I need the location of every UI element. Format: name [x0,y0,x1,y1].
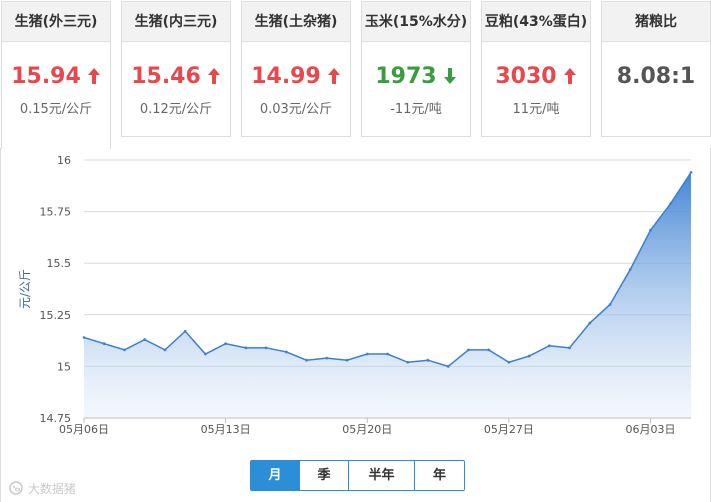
card-change: 0.12元/公斤 [139,102,213,117]
y-tick-label: 15.5 [47,257,72,270]
price-card-0[interactable]: 生猪(外三元) 15.94 0.15元/公斤 [1,1,111,149]
card-change: 0.03元/公斤 [259,102,333,117]
x-tick-label: 05月27日 [484,423,534,436]
data-point [102,342,106,346]
arrow-down-icon [443,68,456,84]
data-point [325,356,329,360]
card-price-value: 1973 [375,64,437,89]
data-point [568,346,571,350]
data-point [669,201,673,205]
card-price: 15.46 [122,64,230,90]
data-point [507,360,511,364]
data-point [224,342,228,346]
card-title: 生猪(内三元) [122,2,230,42]
data-point [204,352,207,356]
data-point [386,352,389,356]
card-change: 11元/吨 [512,102,560,117]
x-tick-label: 05月20日 [342,423,392,436]
card-price: 15.94 [2,64,110,90]
price-card-3[interactable]: 玉米(15%水分) 1973 -11元/吨 [361,1,471,137]
data-point [183,329,187,333]
data-point [244,346,248,350]
tab-1[interactable]: 季 [300,461,349,490]
data-point [305,358,308,362]
arrow-up-icon [327,68,340,84]
arrow-up-icon [207,68,220,84]
card-title: 生猪(外三元) [2,2,110,42]
arrow-up-icon [87,68,100,84]
data-point [365,352,369,356]
series-area [84,172,691,418]
card-change: -11元/吨 [390,102,442,117]
card-title: 玉米(15%水分) [362,2,470,42]
card-price-value: 14.99 [251,64,321,89]
card-price: 14.99 [242,64,350,90]
price-card-1[interactable]: 生猪(内三元) 15.46 0.12元/公斤 [121,1,231,137]
data-point [426,358,430,362]
card-price: 1973 [362,64,470,90]
price-card-5[interactable]: 猪粮比 8.08:1 [601,1,711,137]
tab-0[interactable]: 月 [251,461,300,490]
x-tick-label: 06月03日 [626,423,676,436]
card-price-value: 15.94 [11,64,81,89]
card-title: 豆粕(43%蛋白) [482,2,590,42]
data-point [467,348,470,352]
x-tick-label: 05月06日 [59,423,109,436]
data-point [527,354,531,358]
data-point [628,267,632,271]
data-point [82,336,86,339]
watermark: 大数据猪 [8,480,76,497]
data-point [446,365,450,368]
tab-2[interactable]: 半年 [349,461,415,490]
data-point [689,170,693,174]
data-point [345,358,349,362]
chart-panel: 14.75 15 15.25 15.5 15.75 16 元/公斤 05月06日 05月13日 0… [0,148,711,502]
price-card-4[interactable]: 豆粕(43%蛋白) 3030 11元/吨 [481,1,591,137]
data-point [123,348,126,352]
y-tick-label: 15 [57,360,71,373]
data-point [284,350,288,354]
watermark-text: 大数据猪 [27,482,76,496]
card-price: 8.08:1 [602,64,710,90]
card-title: 猪粮比 [602,2,710,42]
data-point [143,338,147,341]
pig-logo-icon [9,481,23,495]
period-tabs: 月季半年年 [250,460,465,491]
price-cards: 生猪(外三元) 15.94 0.15元/公斤 生猪(内三元) 15.46 0.12元/公斤… [0,0,711,149]
card-price-value: 15.46 [131,64,201,89]
data-point [608,303,612,306]
card-price-value: 3030 [495,64,557,89]
card-price: 3030 [482,64,590,90]
arrow-up-icon [563,68,576,84]
data-point [588,321,592,325]
price-card-2[interactable]: 生猪(土杂猪) 14.99 0.03元/公斤 [241,1,351,137]
card-change: 0.15元/公斤 [19,102,93,117]
price-trend-chart: 14.751515.2515.515.7516元/公斤05月06日 05月13日 0… [18,154,693,436]
card-price-value: 8.08:1 [616,64,696,89]
card-title: 生猪(土杂猪) [242,2,350,42]
data-point [264,346,268,350]
y-axis-label: 元/公斤 [18,269,32,309]
tab-3[interactable]: 年 [415,461,464,490]
y-tick-label: 15.75 [40,206,72,219]
x-tick-label: 05月13日 [201,423,251,436]
data-point [547,344,551,348]
data-point [487,348,491,352]
data-point [406,360,410,364]
data-point [649,228,652,232]
y-tick-label: 16 [57,154,71,167]
y-tick-label: 15.25 [40,309,72,322]
data-point [163,348,167,352]
